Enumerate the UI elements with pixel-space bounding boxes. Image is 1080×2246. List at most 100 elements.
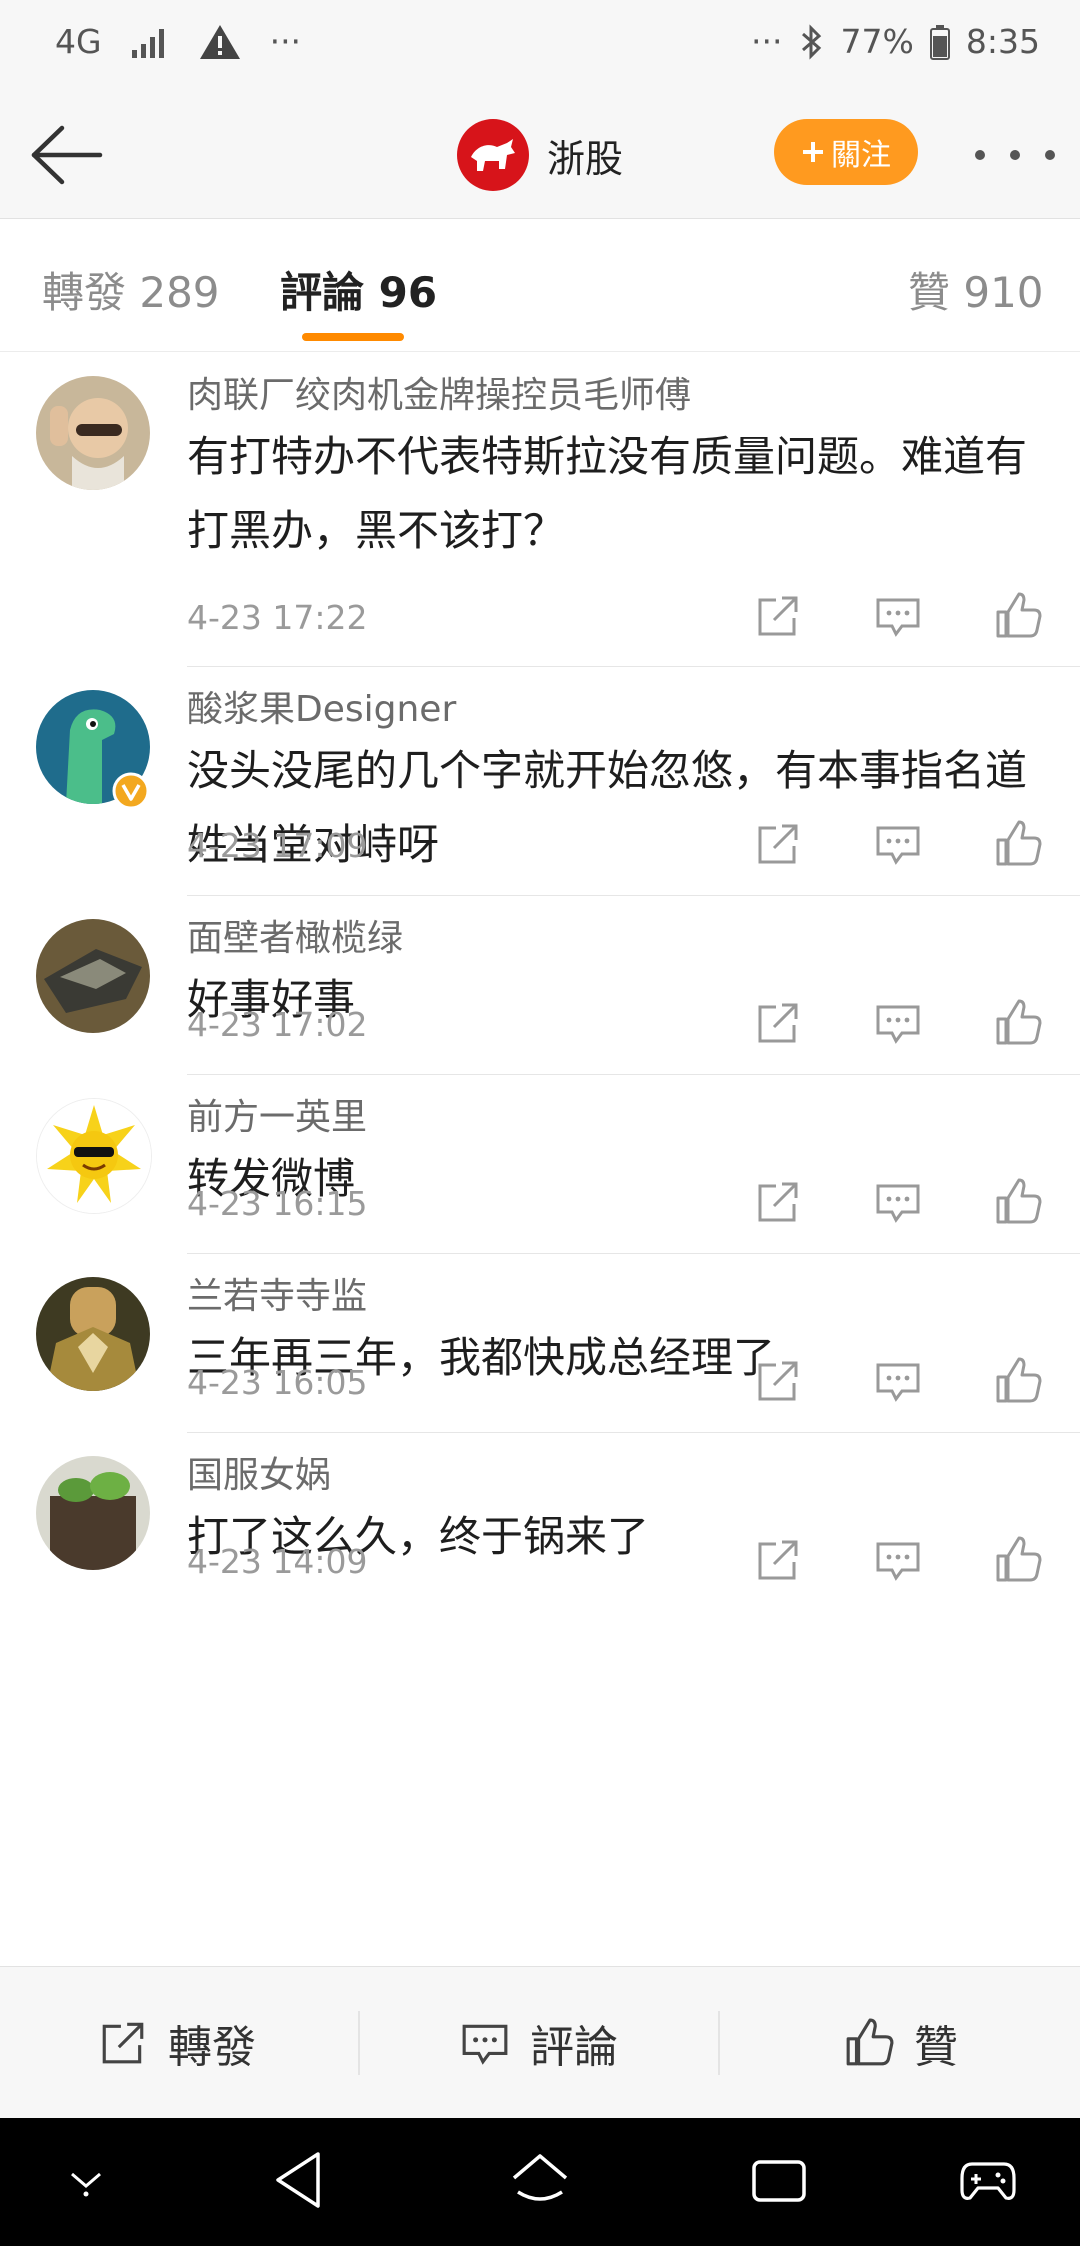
comment-list[interactable]: 肉联厂绞肉机金牌操控员毛师傅 有打特办不代表特斯拉没有质量问题。难道有打黑办，黑… bbox=[0, 352, 1080, 1966]
active-tab-indicator bbox=[302, 333, 404, 341]
back-triangle-icon[interactable] bbox=[272, 2148, 324, 2212]
comment-actions bbox=[754, 999, 1042, 1047]
bluetooth-icon bbox=[801, 23, 821, 60]
repost-label: 轉發 bbox=[168, 2022, 256, 2073]
signal-icon bbox=[131, 28, 164, 58]
more-dot-icon bbox=[975, 150, 985, 160]
user-avatar-icon bbox=[36, 1456, 150, 1570]
like-icon[interactable] bbox=[994, 1357, 1042, 1405]
page-title: 浙股 bbox=[547, 136, 624, 181]
game-controller-icon[interactable] bbox=[958, 2154, 1018, 2206]
more-options-button[interactable] bbox=[975, 132, 1055, 178]
comment-button[interactable]: 評論 bbox=[460, 1967, 618, 2119]
reply-icon[interactable] bbox=[874, 1178, 922, 1226]
comment-item[interactable]: 酸浆果Designer 没头没尾的几个字就开始忽悠，有本事指名道姓当堂对峙呀 4… bbox=[0, 666, 1080, 896]
repost-button[interactable]: 轉發 bbox=[98, 1967, 256, 2119]
comment-timestamp: 4-23 14:09 bbox=[187, 1542, 368, 1581]
repost-icon[interactable] bbox=[754, 1178, 802, 1226]
comment-actions bbox=[754, 592, 1042, 640]
repost-icon[interactable] bbox=[754, 820, 802, 868]
user-avatar-icon bbox=[36, 376, 150, 490]
comment-username[interactable]: 前方一英里 bbox=[187, 1094, 1050, 1142]
like-button[interactable]: 贊 bbox=[844, 1967, 958, 2119]
more-dot-icon bbox=[1045, 150, 1055, 160]
avatar[interactable] bbox=[36, 376, 150, 490]
comment-item[interactable]: 前方一英里 转发微博 4-23 16:15 bbox=[0, 1074, 1080, 1254]
bottom-action-bar: 轉發 評論 贊 bbox=[0, 1966, 1080, 2119]
comment-timestamp: 4-23 17:09 bbox=[187, 826, 368, 865]
like-icon[interactable] bbox=[994, 592, 1042, 640]
more-dot-icon bbox=[1010, 150, 1020, 160]
comment-icon bbox=[462, 2024, 508, 2065]
tab-comments[interactable]: 評論 96 bbox=[280, 259, 437, 320]
home-icon[interactable] bbox=[508, 2148, 572, 2212]
comment-username[interactable]: 兰若寺寺监 bbox=[187, 1273, 1050, 1321]
like-icon[interactable] bbox=[994, 999, 1042, 1047]
battery-percent: 77% bbox=[840, 22, 914, 61]
recent-apps-icon[interactable] bbox=[750, 2152, 808, 2208]
avatar[interactable] bbox=[36, 1456, 150, 1570]
comment-actions bbox=[754, 820, 1042, 868]
comment-timestamp: 4-23 17:22 bbox=[187, 598, 368, 637]
repost-icon[interactable] bbox=[754, 999, 802, 1047]
comment-username[interactable]: 酸浆果Designer bbox=[187, 686, 1050, 734]
comment-username[interactable]: 国服女娲 bbox=[187, 1452, 1050, 1500]
comment-text: 有打特办不代表特斯拉没有质量问题。难道有打黑办，黑不该打？ bbox=[187, 432, 1028, 555]
comment-actions bbox=[754, 1536, 1042, 1584]
back-button[interactable] bbox=[28, 122, 104, 188]
thumbs-up-icon bbox=[846, 2018, 894, 2066]
comment-username[interactable]: 面壁者橄榄绿 bbox=[187, 915, 1050, 963]
like-icon[interactable] bbox=[994, 1536, 1042, 1584]
comment-item[interactable]: 国服女娲 打了这么久，终于锅来了 4-23 14:09 bbox=[0, 1432, 1080, 1611]
tab-likes[interactable]: 贊 910 bbox=[908, 259, 1044, 320]
repost-icon bbox=[102, 2022, 144, 2064]
back-arrow-icon bbox=[31, 125, 103, 185]
avatar[interactable] bbox=[36, 1098, 152, 1214]
account-logo bbox=[457, 119, 529, 191]
account-title[interactable]: 浙股 bbox=[457, 118, 623, 192]
follow-label: 關注 bbox=[831, 138, 891, 173]
user-avatar-icon bbox=[36, 919, 150, 1033]
like-icon[interactable] bbox=[994, 1178, 1042, 1226]
comment-timestamp: 4-23 16:15 bbox=[187, 1184, 368, 1223]
reply-icon[interactable] bbox=[874, 1536, 922, 1584]
comment-label: 評論 bbox=[530, 2022, 618, 2073]
top-bar: 浙股 關注 bbox=[0, 92, 1080, 219]
comment-timestamp: 4-23 17:02 bbox=[187, 1005, 368, 1044]
reply-icon[interactable] bbox=[874, 592, 922, 640]
more-notifications-icon: ··· bbox=[269, 22, 302, 61]
user-avatar-icon bbox=[36, 1277, 150, 1391]
comment-item[interactable]: 兰若寺寺监 三年再三年，我都快成总经理了 4-23 16:05 bbox=[0, 1253, 1080, 1433]
user-avatar-icon bbox=[37, 1099, 151, 1213]
separator bbox=[358, 2011, 360, 2075]
repost-icon[interactable] bbox=[754, 1536, 802, 1584]
avatar[interactable] bbox=[36, 1277, 150, 1391]
tab-bar: 轉發 289 評論 96 贊 910 bbox=[0, 219, 1080, 352]
more-status-icon: ··· bbox=[751, 22, 783, 61]
comment-actions bbox=[754, 1357, 1042, 1405]
plus-icon bbox=[803, 142, 823, 162]
follow-button[interactable]: 關注 bbox=[774, 119, 918, 185]
comment-actions bbox=[754, 1178, 1042, 1226]
warning-icon bbox=[199, 24, 240, 59]
clock: 8:35 bbox=[965, 22, 1040, 61]
chevron-down-icon[interactable] bbox=[64, 2166, 108, 2198]
separator bbox=[718, 2011, 720, 2075]
repost-icon[interactable] bbox=[754, 1357, 802, 1405]
comment-item[interactable]: 肉联厂绞肉机金牌操控员毛师傅 有打特办不代表特斯拉没有质量问题。难道有打黑办，黑… bbox=[0, 352, 1080, 667]
verified-badge-icon bbox=[112, 772, 150, 810]
reply-icon[interactable] bbox=[874, 820, 922, 868]
comment-item[interactable]: 面壁者橄榄绿 好事好事 4-23 17:02 bbox=[0, 895, 1080, 1075]
tab-reposts[interactable]: 轉發 289 bbox=[42, 259, 220, 320]
reply-icon[interactable] bbox=[874, 1357, 922, 1405]
comment-timestamp: 4-23 16:05 bbox=[187, 1363, 368, 1402]
like-icon[interactable] bbox=[994, 820, 1042, 868]
system-nav-bar bbox=[0, 2118, 1080, 2246]
network-indicator: 4G bbox=[55, 22, 102, 61]
avatar[interactable] bbox=[36, 919, 150, 1033]
battery-icon bbox=[929, 24, 950, 60]
reply-icon[interactable] bbox=[874, 999, 922, 1047]
bull-icon bbox=[471, 139, 515, 171]
repost-icon[interactable] bbox=[754, 592, 802, 640]
comment-username[interactable]: 肉联厂绞肉机金牌操控员毛师傅 bbox=[187, 372, 1050, 420]
